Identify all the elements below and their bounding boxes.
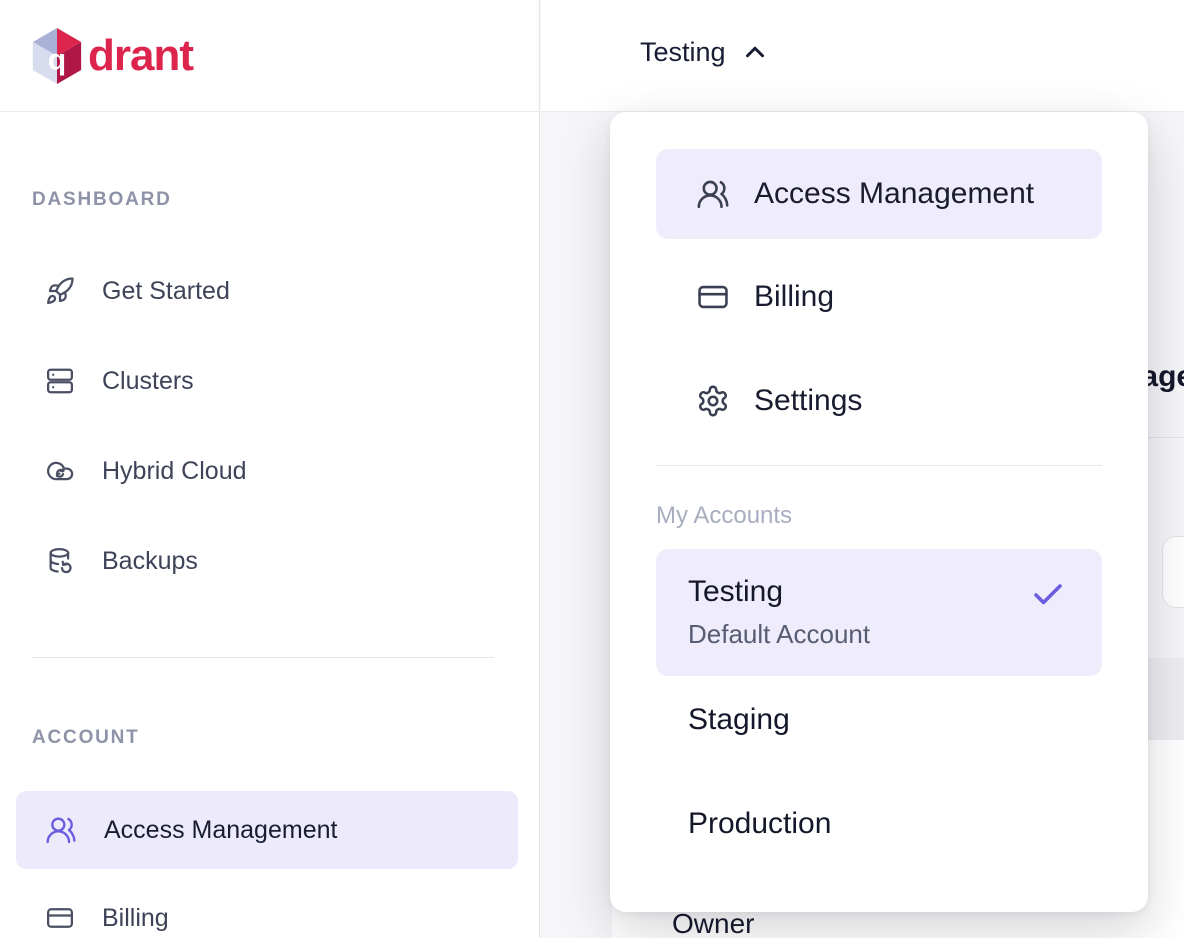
main-topbar <box>541 0 1184 112</box>
qdrant-logo-icon: q <box>32 28 82 84</box>
qdrant-logo[interactable]: q drant <box>32 28 193 84</box>
search-input[interactable] <box>1162 536 1184 608</box>
account-option-testing[interactable]: Testing Default Account <box>656 549 1102 676</box>
chevron-up-icon <box>740 37 770 67</box>
account-switcher-label: Testing <box>640 37 726 68</box>
sidebar-item-billing[interactable]: Billing <box>16 888 518 938</box>
sidebar-item-label: Access Management <box>104 816 337 845</box>
sidebar-item-get-started[interactable]: Get Started <box>16 261 518 321</box>
table-cell-role: Owner <box>672 908 754 938</box>
logo-wordmark: drant <box>88 31 193 81</box>
gear-icon <box>696 384 730 418</box>
sidebar-item-label: Backups <box>102 547 198 576</box>
users-icon <box>696 177 730 211</box>
dropdown-item-settings[interactable]: Settings <box>656 356 1102 446</box>
account-option-staging[interactable]: Staging <box>656 675 1102 765</box>
credit-card-icon <box>696 280 730 314</box>
account-dropdown-menu: Access Management Billing Settings My Ac… <box>610 112 1148 912</box>
dropdown-item-label: Access Management <box>754 177 1034 211</box>
sidebar-item-clusters[interactable]: Clusters <box>16 351 518 411</box>
dropdown-item-label: Billing <box>754 280 834 314</box>
clusters-icon <box>45 366 75 396</box>
backups-icon <box>45 546 75 576</box>
sidebar-header: q drant <box>0 0 540 112</box>
sidebar-divider <box>32 657 494 658</box>
sidebar-section-account: ACCOUNT <box>32 727 140 749</box>
sidebar-item-label: Clusters <box>102 367 194 396</box>
users-icon <box>45 814 77 846</box>
dropdown-divider <box>656 465 1102 466</box>
sidebar: q drant DASHBOARD Get Started Clusters H… <box>0 0 540 938</box>
my-accounts-heading: My Accounts <box>656 502 792 530</box>
account-name: Staging <box>688 703 1102 737</box>
sidebar-item-access-management[interactable]: Access Management <box>16 791 518 869</box>
sidebar-section-dashboard: DASHBOARD <box>32 189 172 211</box>
sidebar-item-label: Billing <box>102 904 169 933</box>
account-name: Production <box>688 807 1102 841</box>
rocket-icon <box>45 276 75 306</box>
hybrid-cloud-icon <box>45 456 75 486</box>
sidebar-item-label: Get Started <box>102 277 230 306</box>
sidebar-item-label: Hybrid Cloud <box>102 457 247 486</box>
check-icon <box>1030 577 1066 613</box>
sidebar-item-hybrid-cloud[interactable]: Hybrid Cloud <box>16 441 518 501</box>
dropdown-item-access-management[interactable]: Access Management <box>656 149 1102 239</box>
dropdown-item-billing[interactable]: Billing <box>656 252 1102 342</box>
account-subtitle: Default Account <box>688 619 1102 650</box>
account-switcher-button[interactable]: Testing <box>640 30 770 74</box>
credit-card-icon <box>45 903 75 933</box>
sidebar-item-backups[interactable]: Backups <box>16 531 518 591</box>
account-option-production[interactable]: Production <box>656 779 1102 869</box>
dropdown-item-label: Settings <box>754 384 862 418</box>
svg-text:q: q <box>48 43 66 76</box>
